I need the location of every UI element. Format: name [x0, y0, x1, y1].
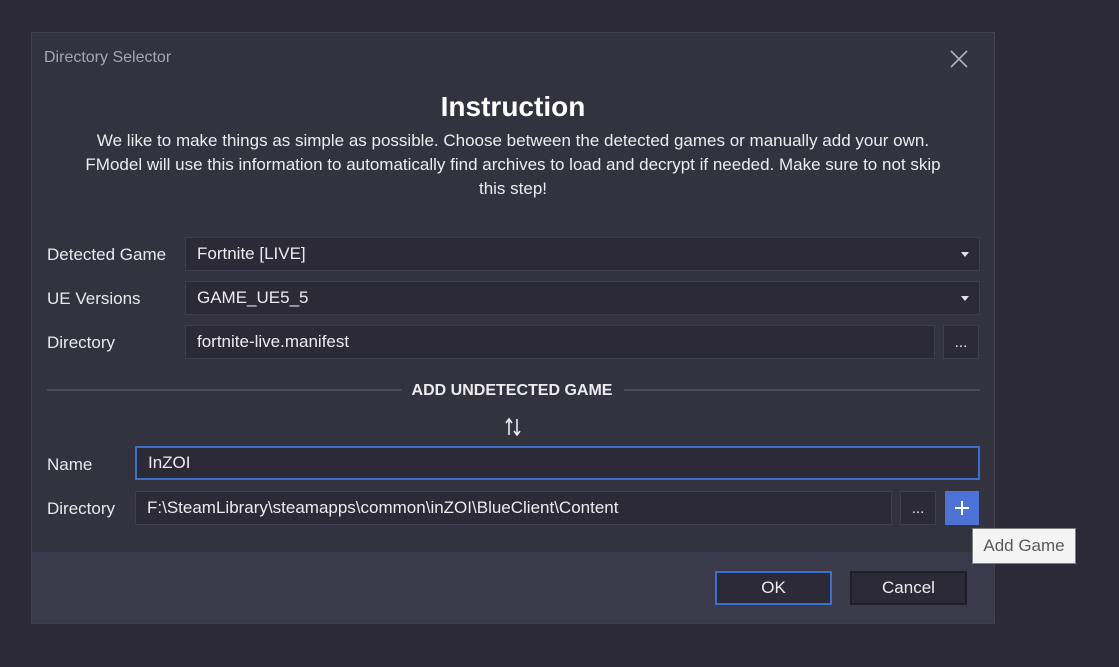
detected-game-select[interactable]: Fortnite [LIVE] — [185, 237, 980, 271]
instruction-line: this step! — [478, 179, 548, 198]
name-value: InZOI — [148, 453, 191, 472]
close-icon — [950, 50, 968, 68]
name-input[interactable]: InZOI — [135, 446, 980, 480]
name-label: Name — [47, 455, 93, 474]
instruction-line: We like to make things as simple as poss… — [96, 131, 930, 150]
custom-directory-label: Directory — [47, 499, 116, 518]
close-button[interactable] — [946, 46, 972, 72]
ok-button[interactable]: OK — [715, 571, 832, 605]
custom-directory-input[interactable]: F:\SteamLibrary\steamapps\common\inZOI\B… — [135, 491, 892, 525]
detected-game-value: Fortnite [LIVE] — [197, 244, 306, 263]
add-game-button[interactable] — [945, 491, 979, 525]
directory-browse-button[interactable]: ... — [943, 325, 979, 359]
ue-versions-label: UE Versions — [47, 289, 141, 308]
directory-selector-dialog: Directory Selector Instruction We like t… — [31, 32, 995, 624]
chevron-down-icon — [961, 252, 969, 257]
plus-icon — [955, 501, 969, 515]
cancel-button[interactable]: Cancel — [850, 571, 967, 605]
divider-left — [47, 389, 402, 391]
ue-versions-value: GAME_UE5_5 — [197, 288, 309, 307]
ue-versions-select[interactable]: GAME_UE5_5 — [185, 281, 980, 315]
directory-value: fortnite-live.manifest — [197, 332, 350, 351]
directory-label: Directory — [47, 333, 116, 352]
window-title: Directory Selector — [44, 49, 172, 66]
chevron-down-icon — [961, 296, 969, 301]
add-game-tooltip: Add Game — [972, 528, 1076, 564]
custom-directory-value: F:\SteamLibrary\steamapps\common\inZOI\B… — [147, 498, 619, 517]
instruction-text: We like to make things as simple as poss… — [52, 129, 974, 201]
custom-directory-browse-button[interactable]: ... — [900, 491, 936, 525]
title-bar: Directory Selector — [32, 33, 994, 81]
instruction-line: FModel will use this information to auto… — [85, 155, 941, 174]
add-undetected-game-title: ADD UNDETECTED GAME — [411, 382, 613, 399]
divider-right — [624, 389, 980, 391]
swap-vertical-icon[interactable] — [504, 416, 522, 438]
directory-field[interactable]: fortnite-live.manifest — [185, 325, 935, 359]
instruction-heading: Instruction — [440, 91, 586, 122]
detected-game-label: Detected Game — [47, 245, 167, 264]
